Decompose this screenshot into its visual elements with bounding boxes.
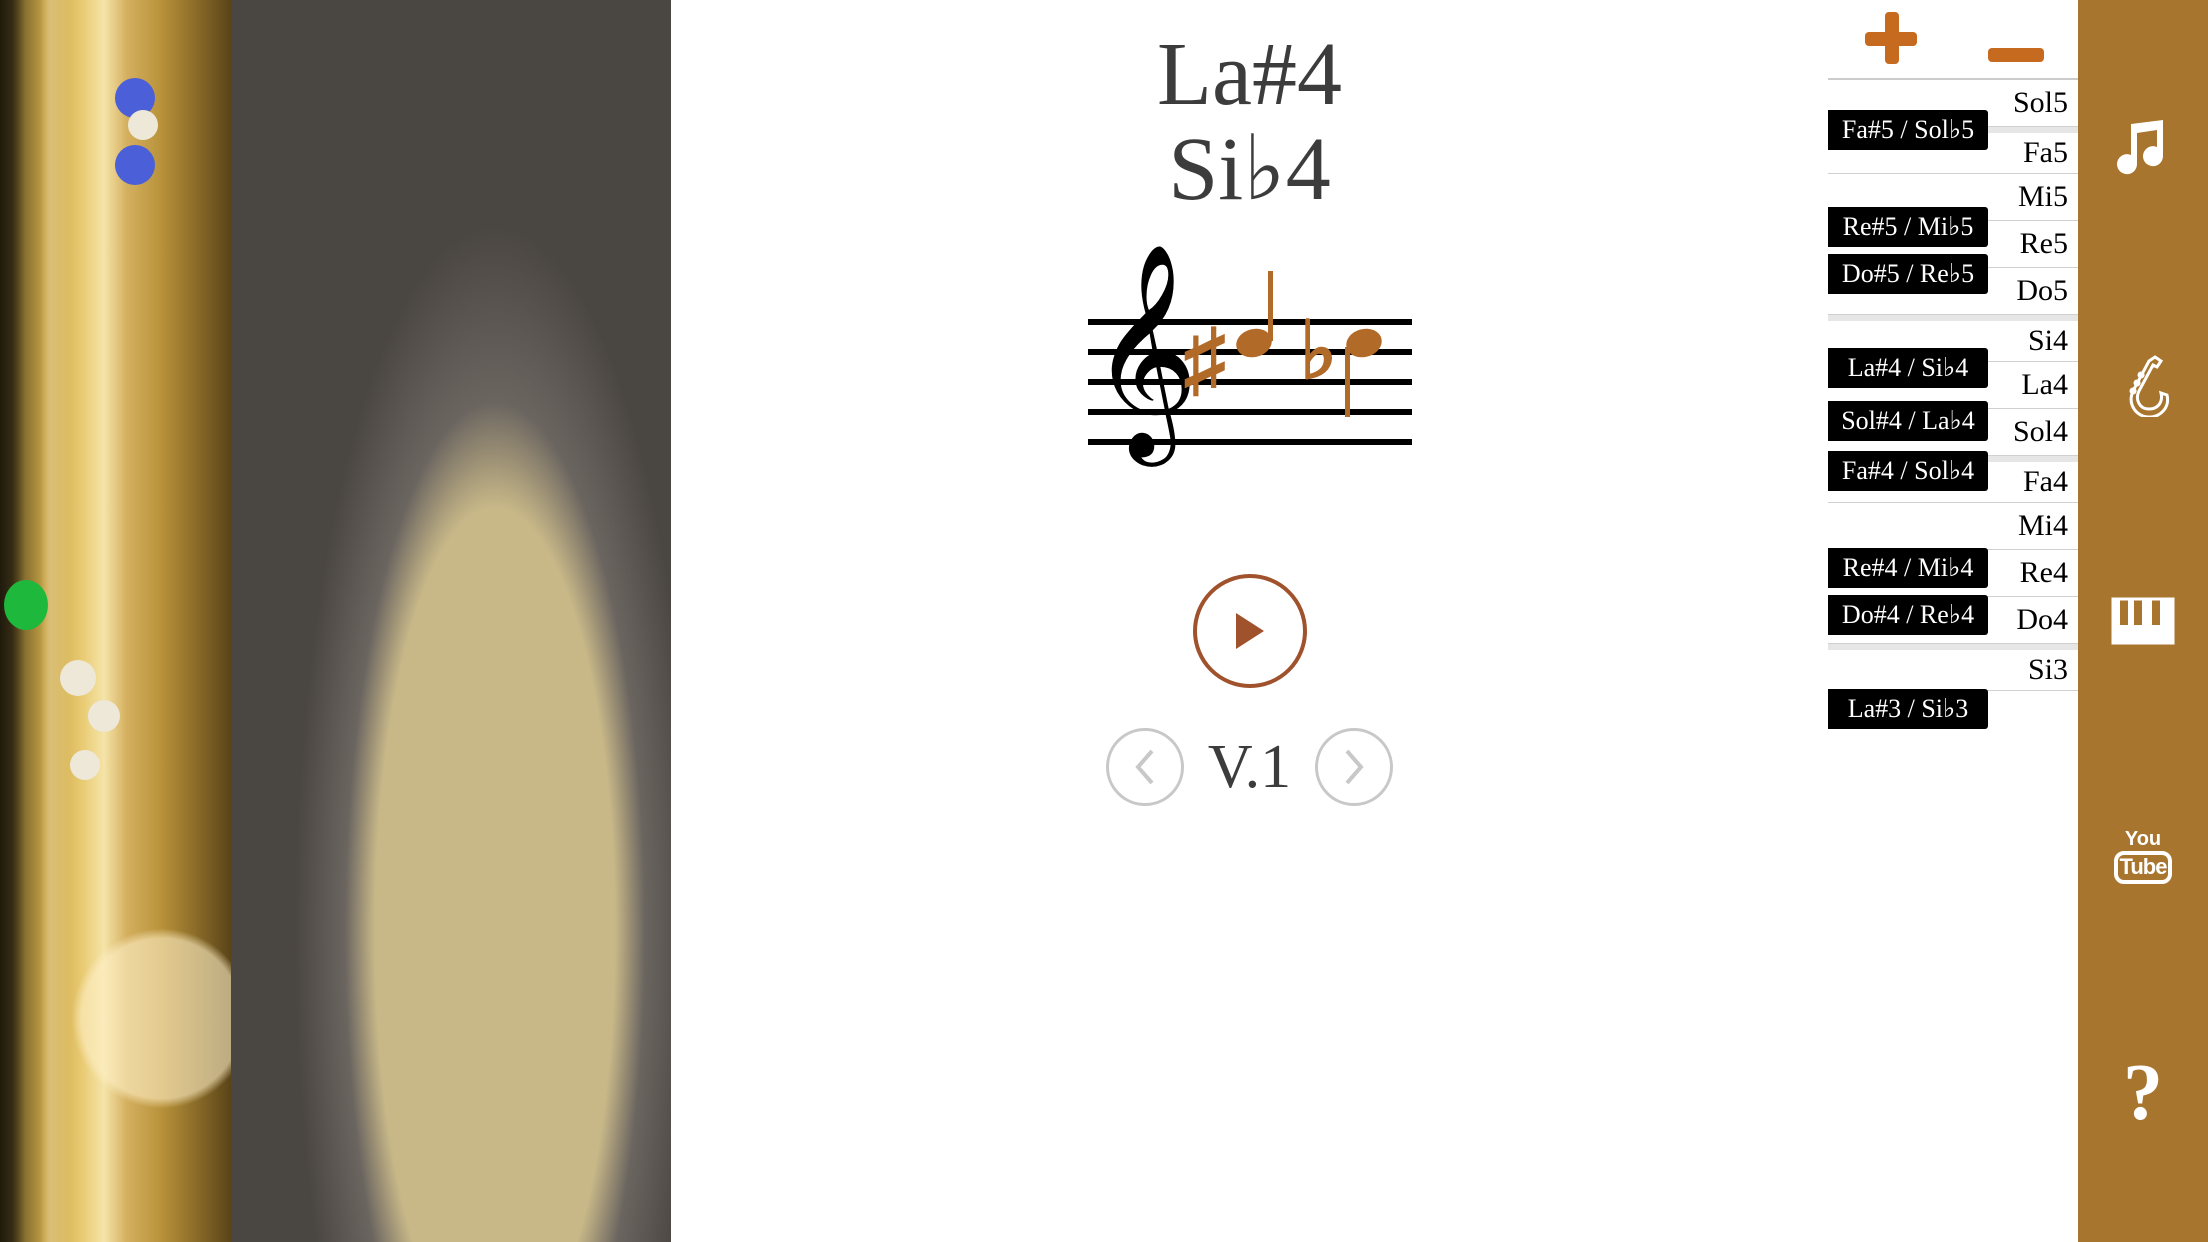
note-name-flat: Si♭4 — [1168, 120, 1331, 219]
app-root: La#4 Si♭4 𝄞 ♯ ♭ V.1 — [0, 0, 2208, 1242]
sidebar: You Tube ? — [2078, 0, 2208, 1242]
octave-up-button[interactable] — [1861, 8, 1921, 70]
note-list-panel: Sol5Fa5Mi5Re5Do5Si4La4Sol4Fa4Mi4Re4Do4Si… — [1828, 0, 2078, 1242]
note-list-black-key[interactable]: Re#4 / Mi♭4 — [1828, 548, 1988, 588]
variation-label: V.1 — [1208, 732, 1291, 803]
sax-key-pad — [70, 750, 100, 780]
center-panel: La#4 Si♭4 𝄞 ♯ ♭ V.1 — [671, 0, 1828, 1242]
note-list-white-key[interactable]: Si3 — [1828, 644, 2078, 691]
chevron-left-icon — [1132, 747, 1158, 787]
youtube-text-top: You — [2125, 830, 2161, 849]
music-note-icon — [2111, 116, 2175, 180]
sax-key-pad — [88, 700, 120, 732]
play-icon — [1232, 611, 1268, 651]
note-list-black-key[interactable]: Re#5 / Mi♭5 — [1828, 207, 1988, 247]
youtube-text-bottom: Tube — [2114, 851, 2173, 884]
notated-note-sharp — [1236, 329, 1272, 357]
note-list[interactable]: Sol5Fa5Mi5Re5Do5Si4La4Sol4Fa4Mi4Re4Do4Si… — [1828, 78, 2078, 1242]
saxophone-icon — [2111, 353, 2175, 417]
fingering-photo — [231, 0, 671, 1242]
plus-icon — [1861, 8, 1921, 68]
sax-key-dot-green — [4, 580, 48, 630]
note-list-black-key[interactable]: La#3 / Si♭3 — [1828, 689, 1988, 729]
sharp-symbol-icon: ♯ — [1184, 311, 1227, 409]
sidebar-music-button[interactable] — [2107, 112, 2179, 184]
sax-fingering-diagram — [0, 0, 231, 1242]
sidebar-sax-button[interactable] — [2107, 349, 2179, 421]
note-list-black-key[interactable]: Fa#5 / Sol♭5 — [1828, 110, 1988, 150]
minus-icon — [1986, 45, 2046, 65]
sidebar-help-button[interactable]: ? — [2107, 1058, 2179, 1130]
next-variation-button[interactable] — [1315, 728, 1393, 806]
chevron-right-icon — [1341, 747, 1367, 787]
note-list-black-key[interactable]: Do#5 / Re♭5 — [1828, 254, 1988, 294]
notated-note-flat — [1346, 329, 1382, 357]
sax-key-pad — [60, 660, 96, 696]
play-button[interactable] — [1193, 574, 1307, 688]
note-list-white-key[interactable]: Mi4 — [1828, 503, 2078, 550]
note-list-black-key[interactable]: Sol#4 / La♭4 — [1828, 401, 1988, 441]
question-mark-icon: ? — [2123, 1048, 2163, 1139]
octave-controls — [1828, 0, 2078, 78]
prev-variation-button[interactable] — [1106, 728, 1184, 806]
sax-key-dot-white-1 — [128, 110, 158, 140]
octave-down-button[interactable] — [1986, 11, 2046, 67]
flat-symbol-icon: ♭ — [1300, 304, 1338, 398]
sax-key-dot-blue-2 — [115, 145, 155, 185]
note-name-sharp: La#4 — [1157, 25, 1342, 124]
note-list-black-key[interactable]: Fa#4 / Sol♭4 — [1828, 451, 1988, 491]
note-list-black-key[interactable]: Do#4 / Re♭4 — [1828, 595, 1988, 635]
variation-nav: V.1 — [1106, 728, 1393, 806]
piano-icon — [2111, 589, 2175, 653]
music-staff: 𝄞 ♯ ♭ — [1088, 289, 1412, 479]
sidebar-youtube-button[interactable]: You Tube — [2107, 821, 2179, 893]
treble-clef-icon: 𝄞 — [1090, 259, 1199, 444]
note-list-black-key[interactable]: La#4 / Si♭4 — [1828, 348, 1988, 388]
sidebar-piano-button[interactable] — [2107, 585, 2179, 657]
